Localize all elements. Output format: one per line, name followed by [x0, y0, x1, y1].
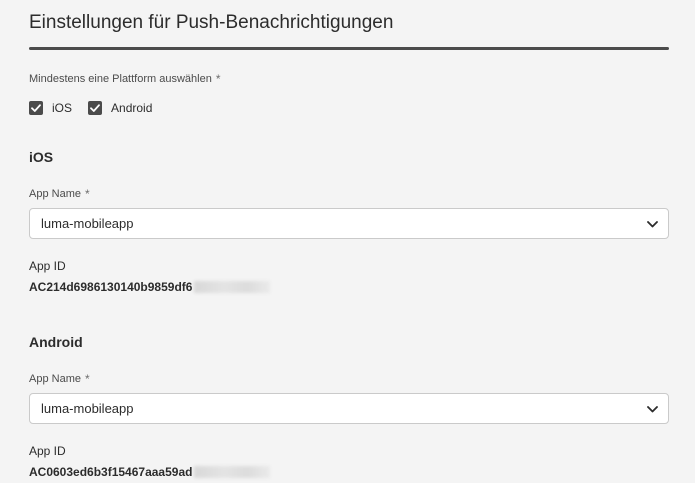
panel-header: Einstellungen für Push-Benachrichtigunge… [29, 0, 669, 50]
chevron-down-icon[interactable] [647, 400, 658, 418]
checkmark-icon[interactable] [88, 101, 103, 115]
android-app-name-dropdown[interactable]: luma-mobileapp [29, 393, 669, 424]
android-app-id-label: App ID [29, 444, 66, 458]
ios-app-id-value: AC214d6986130140b9859df6 [29, 280, 193, 294]
checkmark-icon[interactable] [29, 101, 43, 115]
android-section-heading: Android [29, 334, 83, 350]
ios-app-name-value: luma-mobileapp [41, 216, 134, 231]
android-app-name-label-text: App Name [29, 373, 81, 385]
ios-app-id: AC214d6986130140b9859df6 [29, 280, 669, 294]
asterisk-icon: * [215, 72, 221, 86]
ios-app-name-label-text: App Name [29, 188, 81, 200]
android-checkbox-label[interactable]: Android [111, 101, 152, 115]
redacted-text [194, 466, 271, 478]
ios-app-name-dropdown[interactable]: luma-mobileapp [29, 208, 669, 239]
redacted-text [194, 281, 271, 293]
platform-select-label-text: Mindestens eine Plattform auswählen [29, 73, 212, 85]
android-checkbox[interactable]: Android [88, 101, 152, 115]
ios-section-heading: iOS [29, 149, 54, 165]
android-app-id-value: AC0603ed6b3f15467aaa59ad [29, 465, 193, 479]
platform-checkbox-group: iOS Android [29, 100, 669, 116]
asterisk-icon: * [84, 372, 90, 386]
ios-app-id-label: App ID [29, 259, 66, 273]
asterisk-icon: * [84, 187, 90, 201]
page-title: Einstellungen für Push-Benachrichtigunge… [29, 12, 394, 33]
android-app-id: AC0603ed6b3f15467aaa59ad [29, 465, 669, 479]
ios-checkbox[interactable]: iOS [29, 101, 72, 115]
push-settings-panel: Einstellungen für Push-Benachrichtigunge… [0, 0, 695, 483]
android-app-name-value: luma-mobileapp [41, 401, 134, 416]
ios-app-name-label: App Name * [29, 187, 669, 201]
chevron-down-icon[interactable] [647, 215, 658, 233]
header-divider [29, 47, 669, 50]
android-app-name-label: App Name * [29, 372, 669, 386]
ios-checkbox-label[interactable]: iOS [52, 101, 72, 115]
platform-select-label: Mindestens eine Plattform auswählen * [29, 72, 669, 86]
